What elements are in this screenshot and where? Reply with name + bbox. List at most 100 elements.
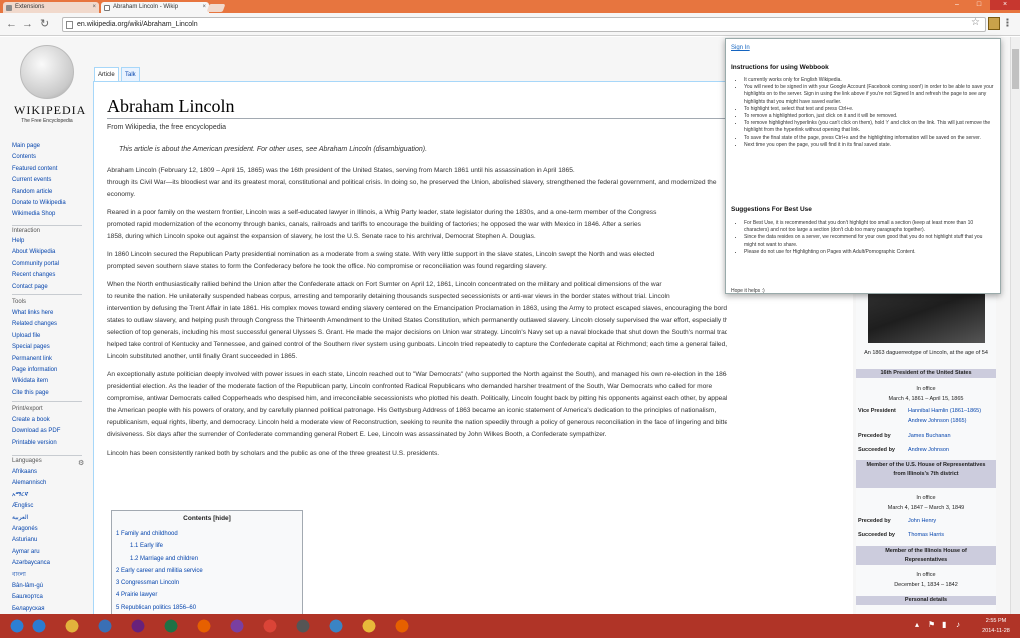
tools-links: What links here Related changes Upload f… <box>12 308 57 399</box>
toc-item[interactable]: 4 Prairie lawyer <box>116 589 298 601</box>
tab-close-icon[interactable]: × <box>202 2 206 13</box>
language-item[interactable]: Alemannisch <box>12 478 50 489</box>
toc-item[interactable]: 2 Early career and militia service <box>116 565 298 577</box>
sidebar-item[interactable]: Create a book <box>12 415 60 426</box>
close-window-button[interactable]: × <box>990 0 1020 10</box>
toc-item[interactable]: 1.1 Early life <box>116 540 298 552</box>
taskbar-tools-icon[interactable] <box>290 616 316 636</box>
tab-talk[interactable]: Talk <box>121 67 140 81</box>
taskbar-excel-icon[interactable] <box>158 616 184 636</box>
maximize-button[interactable]: □ <box>969 0 989 10</box>
preceded-name[interactable]: John Henry <box>908 518 936 524</box>
language-item[interactable]: Ænglisc <box>12 501 50 512</box>
sidebar-item[interactable]: Featured content <box>12 164 66 175</box>
sidebar-item[interactable]: Download as PDF <box>12 426 60 437</box>
language-item[interactable]: አማርኛ <box>12 490 50 501</box>
taskbar-notes-icon[interactable] <box>356 616 382 636</box>
sidebar-item[interactable]: Wikidata item <box>12 376 57 387</box>
language-item[interactable]: বাংলা <box>12 570 50 581</box>
taskbar-store-icon[interactable] <box>92 616 118 636</box>
back-icon[interactable]: ← <box>6 18 17 30</box>
succeeded-name[interactable]: Thomas Harris <box>908 532 944 538</box>
sidebar-item[interactable]: What links here <box>12 308 57 319</box>
language-item[interactable]: Беларуская <box>12 604 50 614</box>
language-item[interactable]: Башҡортса <box>12 592 50 603</box>
sidebar-item[interactable]: Special pages <box>12 342 57 353</box>
taskbar-app-icon[interactable] <box>323 616 349 636</box>
tray-up-arrow-icon[interactable]: ▴ <box>915 620 919 629</box>
minimize-button[interactable]: – <box>946 0 968 10</box>
infobox-illinois-header[interactable]: Member of the Illinois House of Represen… <box>856 546 996 565</box>
taskbar-ie-icon[interactable] <box>26 616 52 636</box>
succeeded-label: Succeeded by <box>858 532 895 538</box>
toc-item[interactable]: 1.2 Marriage and children <box>116 553 298 565</box>
instructions-list: It currently works only for English Wiki… <box>744 77 994 149</box>
sidebar-item[interactable]: Upload file <box>12 331 57 342</box>
taskbar-visual-studio-icon[interactable] <box>125 616 151 636</box>
sidebar-item[interactable]: Contact page <box>12 282 59 293</box>
vp-name-2[interactable]: Andrew Johnson (1865) <box>908 418 966 424</box>
address-bar[interactable]: en.wikipedia.org/wiki/Abraham_Lincoln <box>62 17 986 32</box>
toc-item[interactable]: 1 Family and childhood <box>116 528 298 540</box>
webbook-extension-icon[interactable] <box>988 17 1000 30</box>
tools-heading: Tools <box>12 299 27 305</box>
forward-icon[interactable]: → <box>22 18 33 30</box>
sidebar-item[interactable]: Help <box>12 236 59 247</box>
scrollbar-thumb[interactable] <box>1012 49 1019 89</box>
sidebar-item[interactable]: Donate to Wikipedia <box>12 198 66 209</box>
tab-abraham-lincoln[interactable]: Abraham Lincoln - Wikip × <box>101 2 209 13</box>
vp-name-1[interactable]: Hannibal Hamlin (1861–1865) <box>908 408 981 414</box>
sidebar-item[interactable]: Wikimedia Shop <box>12 209 66 220</box>
tray-network-icon[interactable]: ▮ <box>942 620 946 629</box>
page-scrollbar[interactable] <box>1010 37 1020 614</box>
wikipedia-logo[interactable]: WIKIPEDIA The Free Encyclopedia <box>14 45 85 124</box>
reload-icon[interactable]: ↻ <box>40 18 49 30</box>
language-item[interactable]: Aragonés <box>12 524 50 535</box>
tab-extensions[interactable]: Extensions × <box>3 2 99 13</box>
preceded-name[interactable]: James Buchanan <box>908 433 951 439</box>
bookmark-star-icon[interactable]: ☆ <box>971 17 980 28</box>
sidebar-item[interactable]: Contents <box>12 152 66 163</box>
language-item[interactable]: العربية <box>12 513 50 524</box>
infobox-house-header[interactable]: Member of the U.S. House of Representati… <box>856 460 996 488</box>
sidebar-item[interactable]: Permanent link <box>12 354 57 365</box>
toc-title[interactable]: Contents [hide] <box>116 515 298 522</box>
tab-article[interactable]: Article <box>94 67 119 81</box>
sidebar-item[interactable]: Printable version <box>12 438 60 449</box>
new-tab-button[interactable] <box>206 4 226 12</box>
taskbar-chrome-icon[interactable] <box>257 616 283 636</box>
tray-flag-icon[interactable]: ⚑ <box>928 620 935 629</box>
taskbar-clock[interactable]: 2:55 PM 2014-11-28 <box>976 616 1016 636</box>
taskbar-firefox-dev-icon[interactable] <box>389 616 415 636</box>
toc-item[interactable]: 5 Republican politics 1856–60 <box>116 602 298 614</box>
sign-in-link[interactable]: Sign In <box>731 45 750 51</box>
tab-label: Extensions <box>15 4 45 10</box>
sidebar-item[interactable]: Current events <box>12 175 66 186</box>
tray-volume-icon[interactable]: ♪ <box>956 620 960 629</box>
sidebar-item[interactable]: Page information <box>12 365 57 376</box>
tab-close-icon[interactable]: × <box>92 2 96 13</box>
sidebar-item[interactable]: Random article <box>12 187 66 198</box>
language-item[interactable]: Azərbaycanca <box>12 558 50 569</box>
infobox-preceded-row: Preceded by James Buchanan <box>856 433 996 443</box>
language-links: Afrikaans Alemannisch አማርኛ Ænglisc العرب… <box>12 467 50 614</box>
chrome-menu-icon[interactable]: ▪ ▪ ▪ <box>1006 16 1015 30</box>
taskbar-file-explorer-icon[interactable] <box>59 616 85 636</box>
sidebar-item[interactable]: Community portal <box>12 259 59 270</box>
succeeded-name[interactable]: Andrew Johnson <box>908 447 949 453</box>
sidebar-item[interactable]: About Wikipedia <box>12 247 59 258</box>
language-item[interactable]: Afrikaans <box>12 467 50 478</box>
language-item[interactable]: Asturianu <box>12 535 50 546</box>
language-item[interactable]: Aymar aru <box>12 547 50 558</box>
sidebar-item[interactable]: Related changes <box>12 319 57 330</box>
language-item[interactable]: Bân-lâm-gú <box>12 581 50 592</box>
taskbar-media-icon[interactable] <box>224 616 250 636</box>
sidebar-item[interactable]: Main page <box>12 141 66 152</box>
language-settings-gear-icon[interactable]: ⚙ <box>78 459 84 467</box>
sidebar-item[interactable]: Cite this page <box>12 388 57 399</box>
sidebar-item[interactable]: Recent changes <box>12 270 59 281</box>
toc-item[interactable]: 3 Congressman Lincoln <box>116 577 298 589</box>
taskbar-firefox-icon[interactable] <box>191 616 217 636</box>
instruction-item: To remove a highlighted portion, just cl… <box>744 113 994 120</box>
infobox-role-header[interactable]: 16th President of the United States <box>856 369 996 378</box>
